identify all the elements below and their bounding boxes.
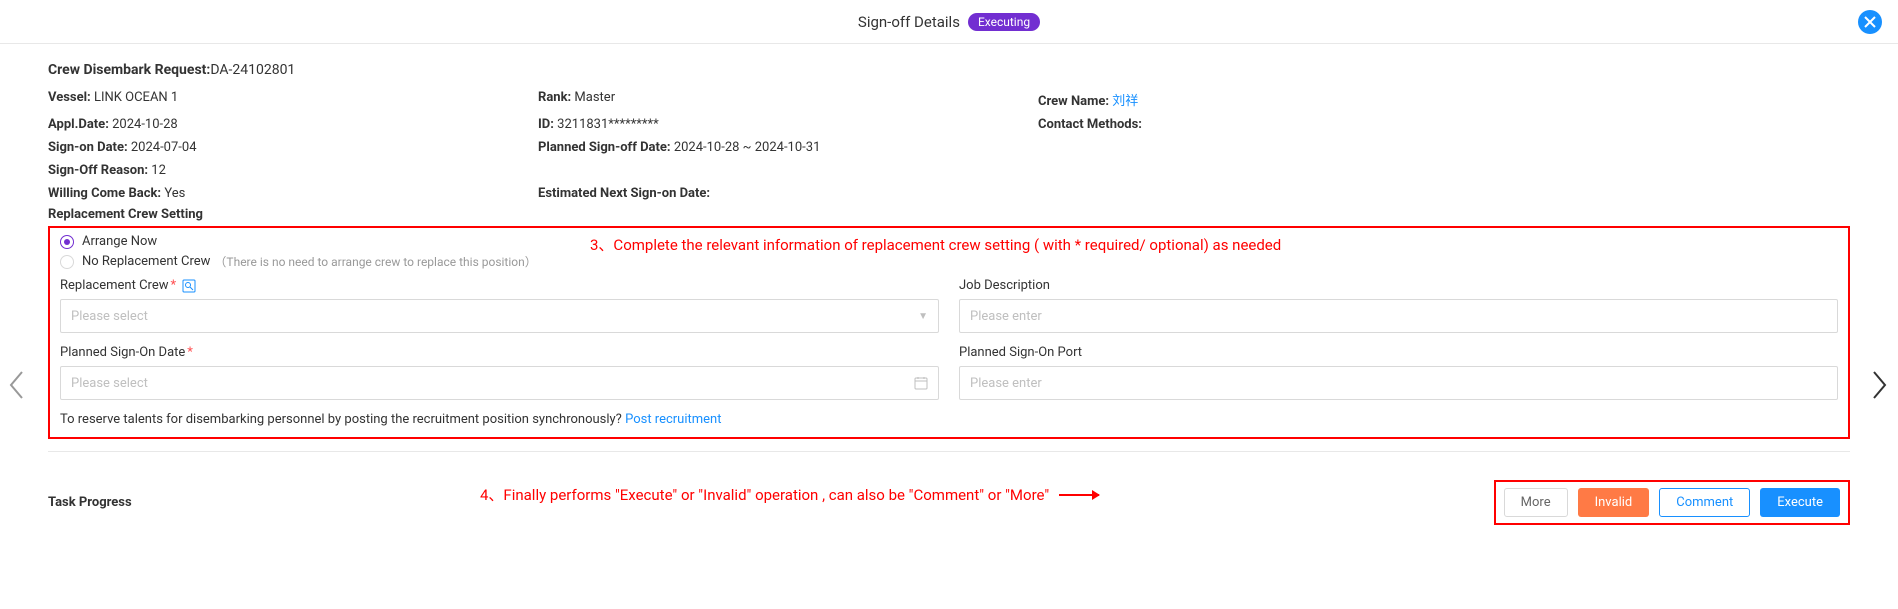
planned-port-label: Planned Sign-On Port [959,345,1838,360]
page-title: Sign-off Details [858,13,960,31]
info-signon-date: Sign-on Date: 2024-07-04 [48,140,538,155]
info-grid: Vessel: LINK OCEAN 1 Rank: Master Crew N… [48,90,1850,201]
form-group-planned-port: Planned Sign-On Port Please enter [959,345,1838,400]
form-row-2: Planned Sign-On Date * Please select Pla… [60,345,1838,400]
task-progress-label: Task Progress [48,495,132,510]
action-button-group: More Invalid Comment Execute [1494,480,1850,525]
more-button[interactable]: More [1504,488,1568,517]
annotation-step3: 3、Complete the relevant information of r… [590,234,1281,255]
status-badge: Executing [968,13,1040,31]
footer-section: Task Progress 4、Finally performs "Execut… [0,480,1898,525]
info-contact: Contact Methods: [1038,117,1850,132]
request-number: DA-24102801 [210,62,295,78]
form-group-replacement-crew: Replacement Crew * Please select ▼ [60,278,939,333]
main-content: Crew Disembark Request:DA-24102801 Vesse… [0,44,1898,439]
calendar-icon [914,376,928,390]
replacement-section-label: Replacement Crew Setting [48,207,1850,222]
invalid-button[interactable]: Invalid [1578,488,1650,517]
request-label: Crew Disembark Request: [48,62,210,78]
replacement-highlight-box: 3、Complete the relevant information of r… [48,226,1850,439]
divider [48,451,1850,452]
form-row-1: Replacement Crew * Please select ▼ Job D… [60,278,1838,333]
planned-port-input[interactable]: Please enter [959,366,1838,400]
info-planned-signoff: Planned Sign-off Date: 2024-10-28 ~ 2024… [538,140,1038,155]
info-willing-back: Willing Come Back: Yes [48,186,538,201]
execute-button[interactable]: Execute [1760,488,1840,517]
info-signoff-reason: Sign-Off Reason: 12 [48,163,538,178]
job-description-input[interactable]: Please enter [959,299,1838,333]
info-rank: Rank: Master [538,90,1038,109]
job-description-label: Job Description [959,278,1838,293]
caret-down-icon: ▼ [918,311,928,322]
radio-selected-icon [60,235,74,249]
info-appl-date: Appl.Date: 2024-10-28 [48,117,538,132]
required-mark: * [171,278,177,293]
crew-name-link[interactable]: 刘祥 [1112,94,1138,109]
replacement-crew-select[interactable]: Please select ▼ [60,299,939,333]
request-title: Crew Disembark Request:DA-24102801 [48,62,1850,78]
info-vessel: Vessel: LINK OCEAN 1 [48,90,538,109]
radio-unselected-icon [60,255,74,269]
comment-button[interactable]: Comment [1659,488,1750,517]
form-group-planned-date: Planned Sign-On Date * Please select [60,345,939,400]
planned-date-input[interactable]: Please select [60,366,939,400]
post-recruitment-link[interactable]: Post recruitment [625,412,721,427]
page-header: Sign-off Details Executing [0,0,1898,44]
replacement-crew-label: Replacement Crew * [60,278,939,293]
close-button[interactable] [1858,10,1882,34]
info-crew-name: Crew Name: 刘祥 [1038,90,1850,109]
info-est-next: Estimated Next Sign-on Date: [538,186,1038,201]
crew-search-icon[interactable] [182,279,196,293]
form-group-job-description: Job Description Please enter [959,278,1838,333]
annotation-step4: 4、Finally performs "Execute" or "Invalid… [480,484,1099,505]
planned-date-label: Planned Sign-On Date * [60,345,939,360]
required-mark: * [187,345,193,360]
arrow-right-icon [1059,494,1099,496]
helper-text: To reserve talents for disembarking pers… [60,412,1838,427]
close-icon [1864,16,1876,28]
info-id: ID: 3211831********* [538,117,1038,132]
radio-no-replacement[interactable]: No Replacement Crew （There is no need to… [60,253,1838,270]
